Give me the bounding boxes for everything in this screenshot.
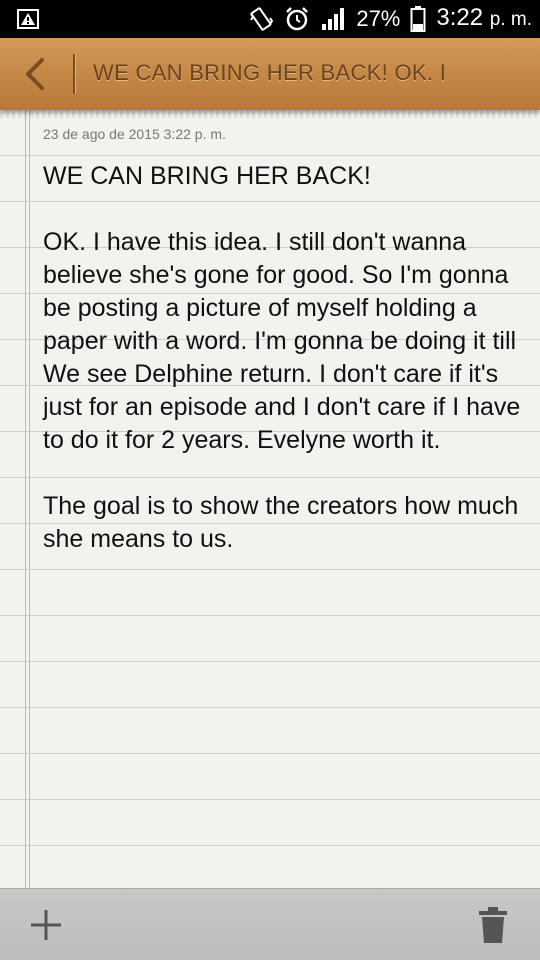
header-divider bbox=[73, 54, 75, 94]
clock-time: 3:22 bbox=[436, 4, 484, 31]
vibrate-icon bbox=[250, 7, 274, 31]
note-title: WE CAN BRING HER BACK! OK. I bbox=[93, 60, 447, 85]
torn-edge bbox=[0, 110, 540, 118]
battery-icon bbox=[410, 6, 426, 32]
margin-line bbox=[25, 110, 26, 888]
note-body[interactable]: WE CAN BRING HER BACK! OK. I have this i… bbox=[43, 160, 535, 556]
note-title-line: WE CAN BRING HER BACK! bbox=[43, 162, 371, 190]
trash-icon[interactable] bbox=[478, 905, 508, 945]
note-paragraph: OK. I have this idea. I still don't wann… bbox=[43, 228, 528, 454]
note-paragraph: The goal is to show the creators how muc… bbox=[43, 492, 526, 553]
signal-icon bbox=[322, 8, 345, 30]
battery-percentage: 27% bbox=[356, 6, 401, 31]
add-icon[interactable] bbox=[26, 905, 66, 945]
alarm-icon bbox=[286, 7, 309, 31]
note-date: 23 de ago de 2015 3:22 p. m. bbox=[43, 126, 226, 142]
warning-icon bbox=[17, 9, 39, 29]
clock: 3:22 p. m. bbox=[436, 0, 532, 39]
note-header: WE CAN BRING HER BACK! OK. I bbox=[0, 38, 540, 110]
back-arrow-icon[interactable] bbox=[18, 56, 54, 92]
clock-ampm: p. m. bbox=[489, 9, 532, 30]
bottom-toolbar bbox=[0, 888, 540, 960]
status-bar: 27% 3:22 p. m. bbox=[0, 0, 540, 38]
margin-line-secondary bbox=[29, 110, 30, 888]
